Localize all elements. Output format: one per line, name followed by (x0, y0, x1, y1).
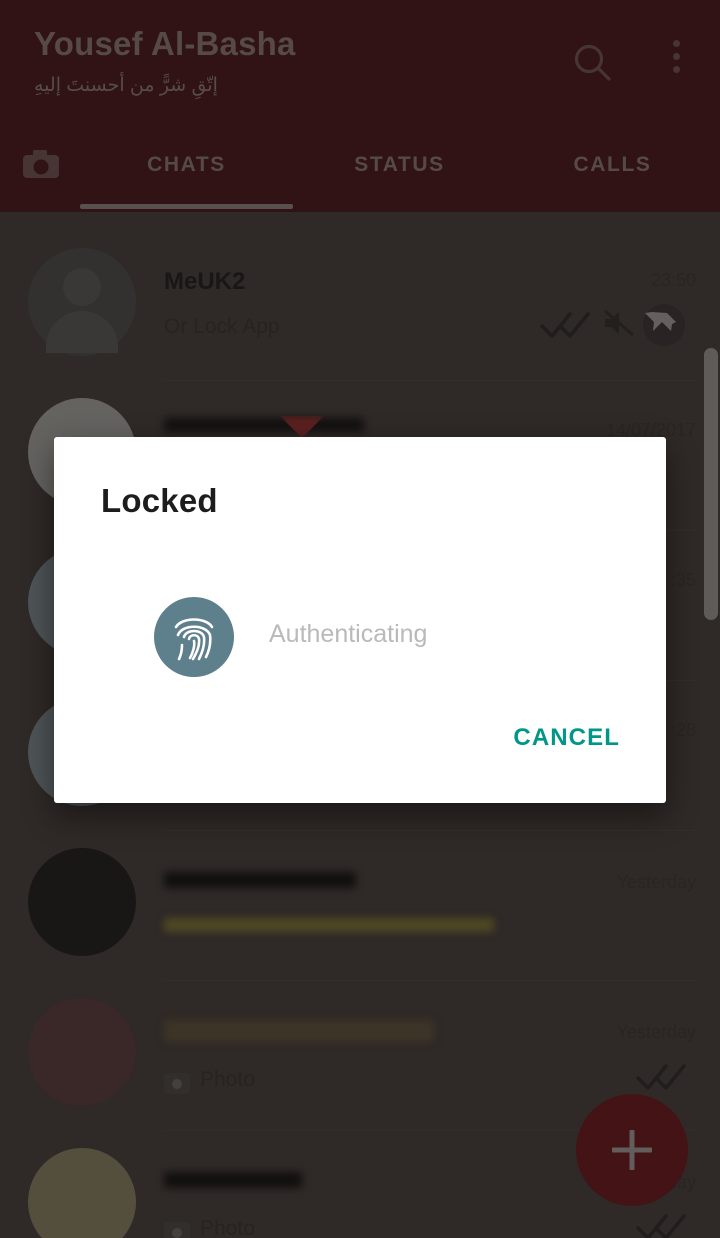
dialog-title: Locked (101, 482, 218, 519)
dialog-status-text: Authenticating (269, 620, 428, 648)
cancel-button[interactable]: CANCEL (513, 724, 620, 752)
locked-dialog: Locked Authenticating CANCEL (54, 437, 666, 803)
fingerprint-icon[interactable] (154, 597, 234, 677)
